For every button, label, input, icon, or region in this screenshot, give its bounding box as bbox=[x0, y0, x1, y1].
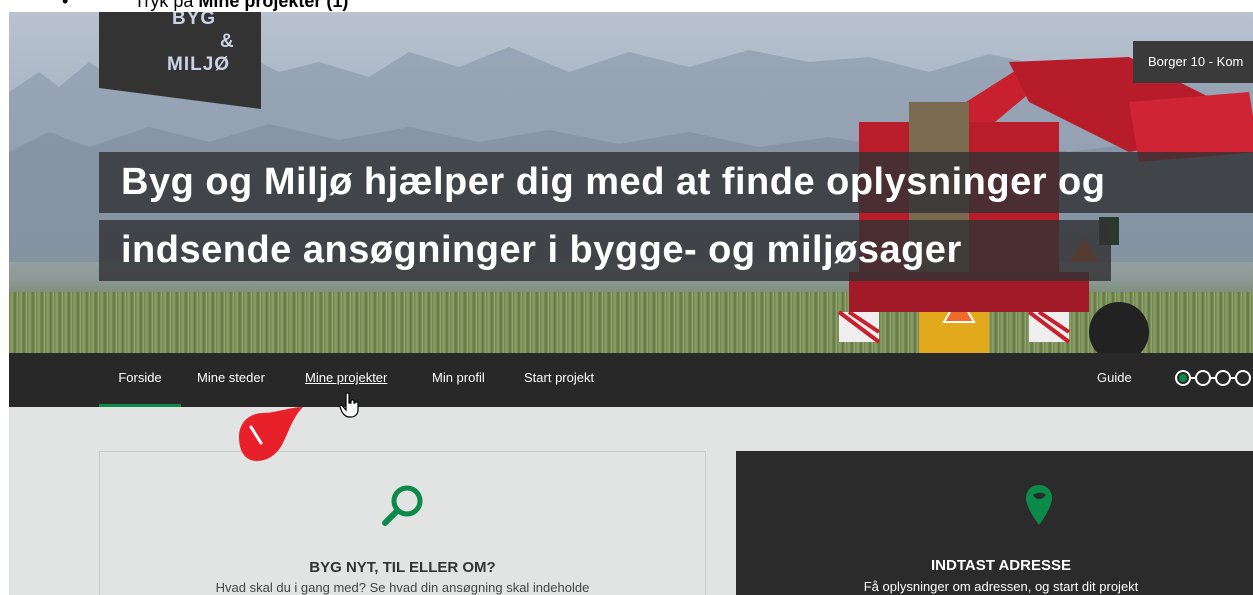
map-pin-icon bbox=[1026, 485, 1052, 525]
card-byg-nyt[interactable]: BYG NYT, TIL ELLER OM? Hvad skal du i ga… bbox=[99, 451, 706, 595]
logo-text-byg: BYG bbox=[172, 12, 217, 29]
card-title: BYG NYT, TIL ELLER OM? bbox=[309, 559, 496, 576]
bullet: • bbox=[62, 0, 69, 11]
nav-item-min-profil[interactable]: Min profil bbox=[432, 353, 485, 407]
nav-item-forside[interactable]: Forside bbox=[99, 353, 181, 407]
instruction-bold: Mine projekter (1) bbox=[198, 0, 349, 11]
step-marker-icon: 1 bbox=[239, 407, 303, 461]
user-account-button[interactable]: Borger 10 - Kom bbox=[1133, 41, 1253, 83]
nav-item-mine-steder[interactable]: Mine steder bbox=[197, 353, 265, 407]
headline-line-2: indsende ansøgninger i bygge- og miljøsa… bbox=[99, 220, 1111, 281]
headline-line-1: Byg og Miljø hjælper dig med at finde op… bbox=[99, 152, 1253, 213]
instruction-text: Tryk på Mine projekter (1) bbox=[134, 0, 348, 12]
hand-cursor-icon bbox=[339, 392, 359, 418]
card-indtast-adresse[interactable]: INDTAST ADRESSE Få oplysninger om adress… bbox=[736, 451, 1253, 595]
search-icon bbox=[382, 485, 423, 526]
logo-text-ampersand: & bbox=[220, 31, 235, 52]
guide-link[interactable]: Guide bbox=[1097, 353, 1132, 403]
card-subtitle: Få oplysninger om adressen, og start dit… bbox=[863, 579, 1139, 594]
card-subtitle: Hvad skal du i gang med? Se hvad din ans… bbox=[215, 580, 590, 595]
browser-screenshot: Byg og Miljø hjælper dig med at finde op… bbox=[9, 12, 1253, 595]
main-navigation: Forside Mine steder Mine projekter Min p… bbox=[9, 353, 1253, 407]
guide-steps-icon[interactable] bbox=[1173, 368, 1253, 388]
card-title: INDTAST ADRESSE bbox=[930, 557, 1071, 574]
logo-text-miljo: MILJØ bbox=[167, 54, 231, 75]
nav-item-start-projekt[interactable]: Start projekt bbox=[524, 353, 594, 407]
instruction-prefix: Tryk på bbox=[134, 0, 194, 11]
